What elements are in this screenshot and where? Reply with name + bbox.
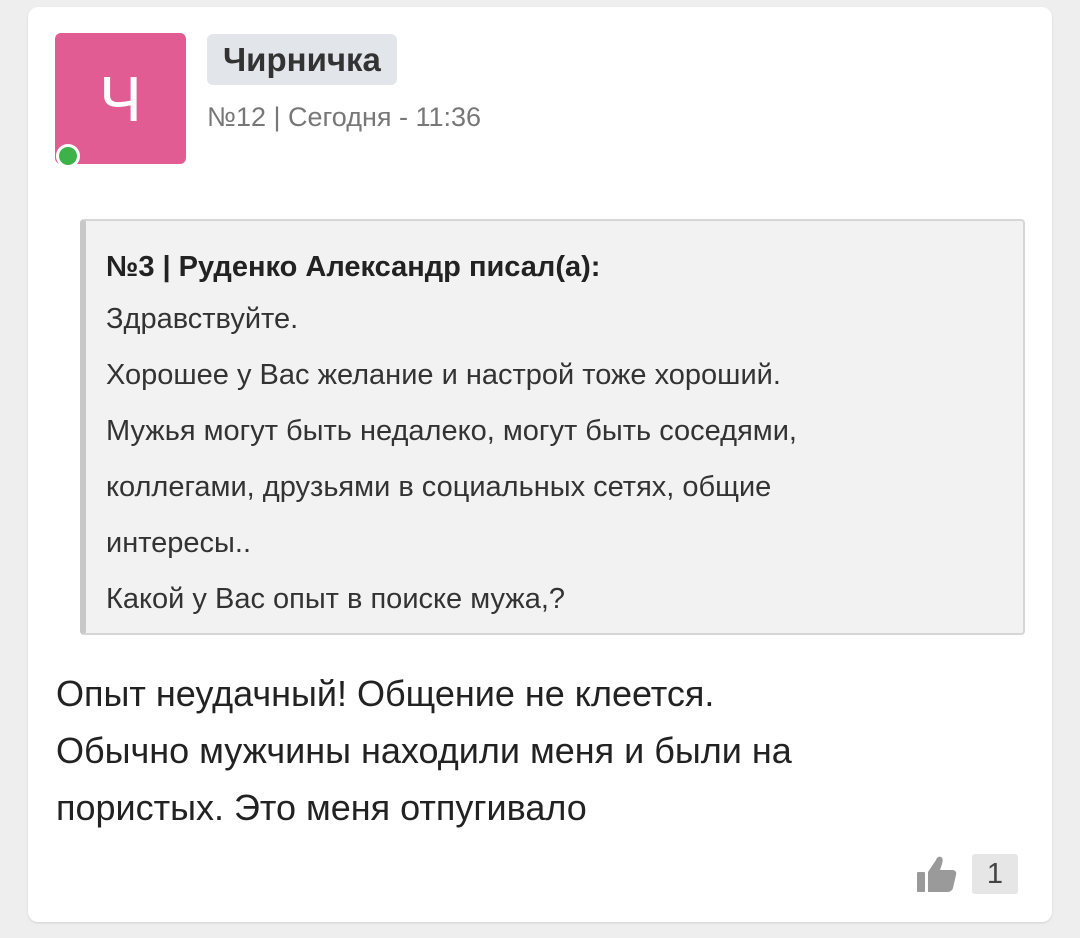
quote-header: №3 | Руденко Александр писал(а):: [106, 251, 601, 283]
online-status-icon: [56, 144, 80, 168]
forum-post-card: Ч Чирничка №12 | Сегодня - 11:36 №3 | Ру…: [28, 7, 1052, 922]
quote-line: Мужья могут быть недалеко, могут быть со…: [106, 415, 797, 447]
avatar-letter: Ч: [99, 62, 142, 135]
like-control: 1: [916, 854, 1018, 894]
author-name-button[interactable]: Чирничка: [207, 34, 397, 85]
quote-line: Хорошее у Вас желание и настрой тоже хор…: [106, 359, 781, 391]
message-line: Обычно мужчины находили меня и были на: [56, 730, 792, 771]
post-meta: №12 | Сегодня - 11:36: [207, 102, 482, 132]
quote-line: коллегами, друзьями в социальных сетях, …: [106, 471, 772, 503]
thumbs-up-icon[interactable]: [916, 854, 958, 894]
post-message: Опыт неудачный! Общение не клеется. Обыч…: [56, 665, 1016, 836]
quote-line: Здравствуйте.: [106, 303, 299, 335]
message-line: Опыт неудачный! Общение не клеется.: [56, 673, 715, 714]
avatar[interactable]: Ч: [55, 33, 186, 164]
like-count: 1: [972, 854, 1018, 894]
quote-line: интересы..: [106, 527, 252, 559]
message-line: пористых. Это меня отпугивало: [56, 787, 587, 828]
quote-line: Какой у Вас опыт в поиске мужа,?: [106, 583, 566, 615]
quote-block: №3 | Руденко Александр писал(а): Здравст…: [80, 219, 1025, 635]
